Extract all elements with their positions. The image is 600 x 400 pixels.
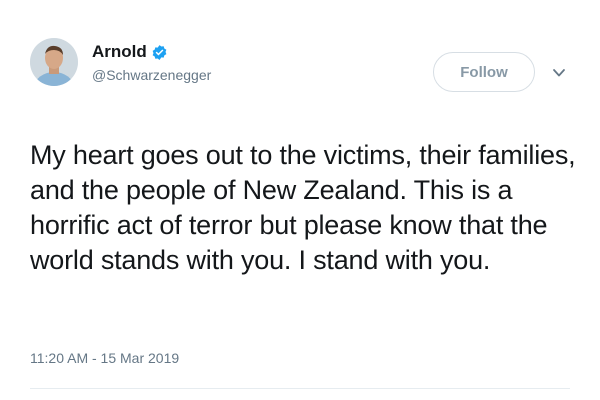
- chevron-down-icon[interactable]: [552, 68, 566, 78]
- tweet-timestamp[interactable]: 11:20 AM - 15 Mar 2019: [30, 349, 179, 367]
- avatar-image: [30, 38, 78, 86]
- verified-badge-icon: [152, 44, 167, 60]
- author-name[interactable]: Arnold: [92, 42, 168, 62]
- avatar[interactable]: [30, 38, 78, 86]
- divider: [30, 388, 570, 389]
- tweet-card: Arnold @Schwarzenegger Follow My heart g…: [0, 0, 600, 400]
- author-name-text[interactable]: Arnold: [92, 42, 147, 62]
- tweet-text: My heart goes out to the victims, their …: [30, 140, 576, 275]
- author-handle[interactable]: @Schwarzenegger: [92, 66, 211, 84]
- follow-button[interactable]: Follow: [433, 52, 535, 92]
